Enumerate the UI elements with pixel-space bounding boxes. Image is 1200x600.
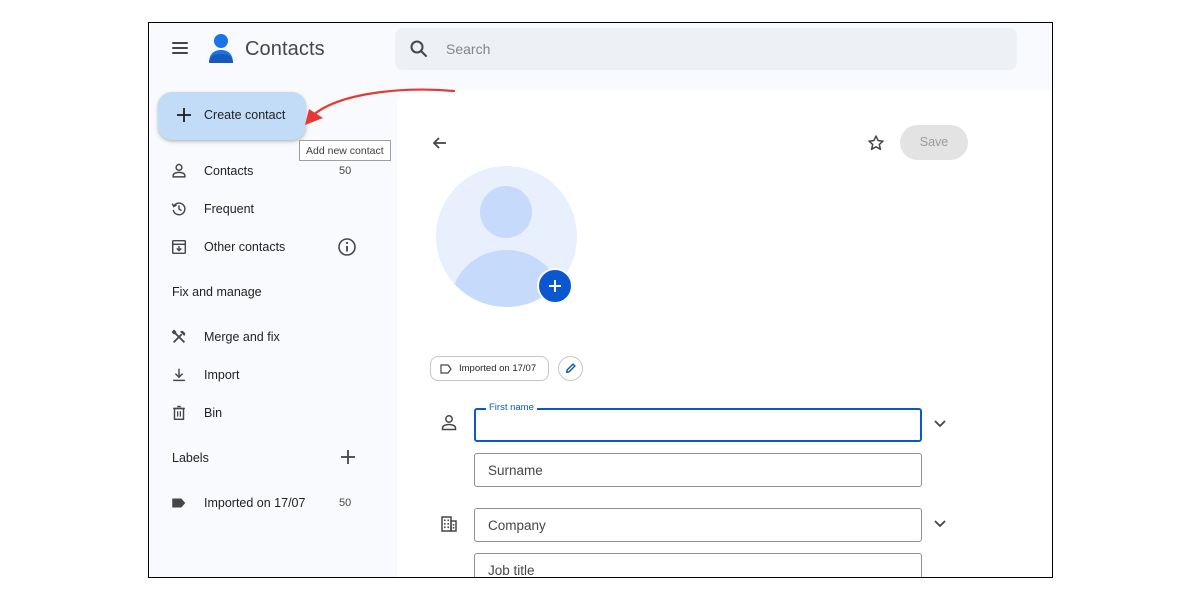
chevron-down-icon[interactable] [932,515,948,531]
add-photo-button[interactable] [537,268,573,304]
history-icon [169,199,189,219]
search-icon [410,40,427,57]
fix-and-manage-heading: Fix and manage [172,285,262,299]
download-icon [169,365,189,385]
tools-icon [169,327,189,347]
search-input[interactable]: Search [446,41,490,57]
label-icon [169,493,189,513]
save-button[interactable]: Save [900,125,968,160]
first-name-field[interactable]: First name [474,402,922,442]
labels-heading: Labels [172,451,209,465]
chevron-down-icon[interactable] [932,415,948,431]
person-icon [169,161,189,181]
contacts-count: 50 [339,165,352,177]
info-icon[interactable] [337,237,357,257]
main-menu-icon[interactable] [169,39,191,61]
avatar-head-shape [480,186,532,238]
sidebar-item-merge-and-fix[interactable]: Merge and fix [169,327,280,347]
contacts-window: Contacts Search Save Imported on 17/07 F… [148,22,1053,578]
sidebar-item-contacts[interactable]: Contacts [169,161,253,181]
sidebar-item-import[interactable]: Import [169,365,239,385]
label-outline-icon [440,364,452,374]
sidebar-item-label: Import [204,368,240,382]
label-chip[interactable]: Imported on 17/07 [430,356,550,381]
contacts-logo-icon [209,34,233,63]
sidebar-item-bin[interactable]: Bin [169,403,222,423]
sidebar-item-label: Imported on 17/07 [204,496,306,510]
label-count: 50 [339,497,352,509]
annotation-arrow [305,88,456,125]
contact-editor: Save Imported on 17/07 First name Surnam… [397,90,1052,578]
sidebar-item-frequent[interactable]: Frequent [169,199,254,219]
create-contact-tooltip: Add new contact [299,140,391,161]
search-bar[interactable]: Search [395,28,1017,70]
create-contact-label: Create contact [204,108,286,122]
sidebar-item-label: Other contacts [204,240,286,254]
sidebar-item-label-imported[interactable]: Imported on 17/07 [169,493,305,513]
sidebar-item-label: Merge and fix [204,330,280,344]
trash-icon [169,403,189,423]
building-icon [441,516,457,532]
surname-placeholder: Surname [488,463,543,478]
person-outline-icon [441,415,457,431]
sidebar-item-label: Frequent [204,202,255,216]
job-title-field[interactable]: Job title [474,553,922,578]
star-icon[interactable] [867,134,885,152]
app-title: Contacts [245,38,325,60]
sidebar-item-label: Contacts [204,164,254,178]
sidebar-item-label: Bin [204,406,223,420]
add-label-icon[interactable] [338,447,358,467]
company-field[interactable]: Company [474,508,922,542]
sidebar-item-other-contacts[interactable]: Other contacts [169,237,285,257]
surname-field[interactable]: Surname [474,453,922,487]
job-title-placeholder: Job title [488,563,535,578]
plus-icon [177,108,191,122]
label-chip-text: Imported on 17/07 [459,363,537,374]
archive-icon [169,237,189,257]
company-placeholder: Company [488,518,546,533]
edit-labels-button[interactable] [558,356,583,381]
first-name-label: First name [486,402,537,413]
back-arrow-icon[interactable] [431,134,449,152]
create-contact-button[interactable]: Create contact [158,92,306,140]
pencil-icon [565,363,576,374]
plus-icon [549,280,561,292]
